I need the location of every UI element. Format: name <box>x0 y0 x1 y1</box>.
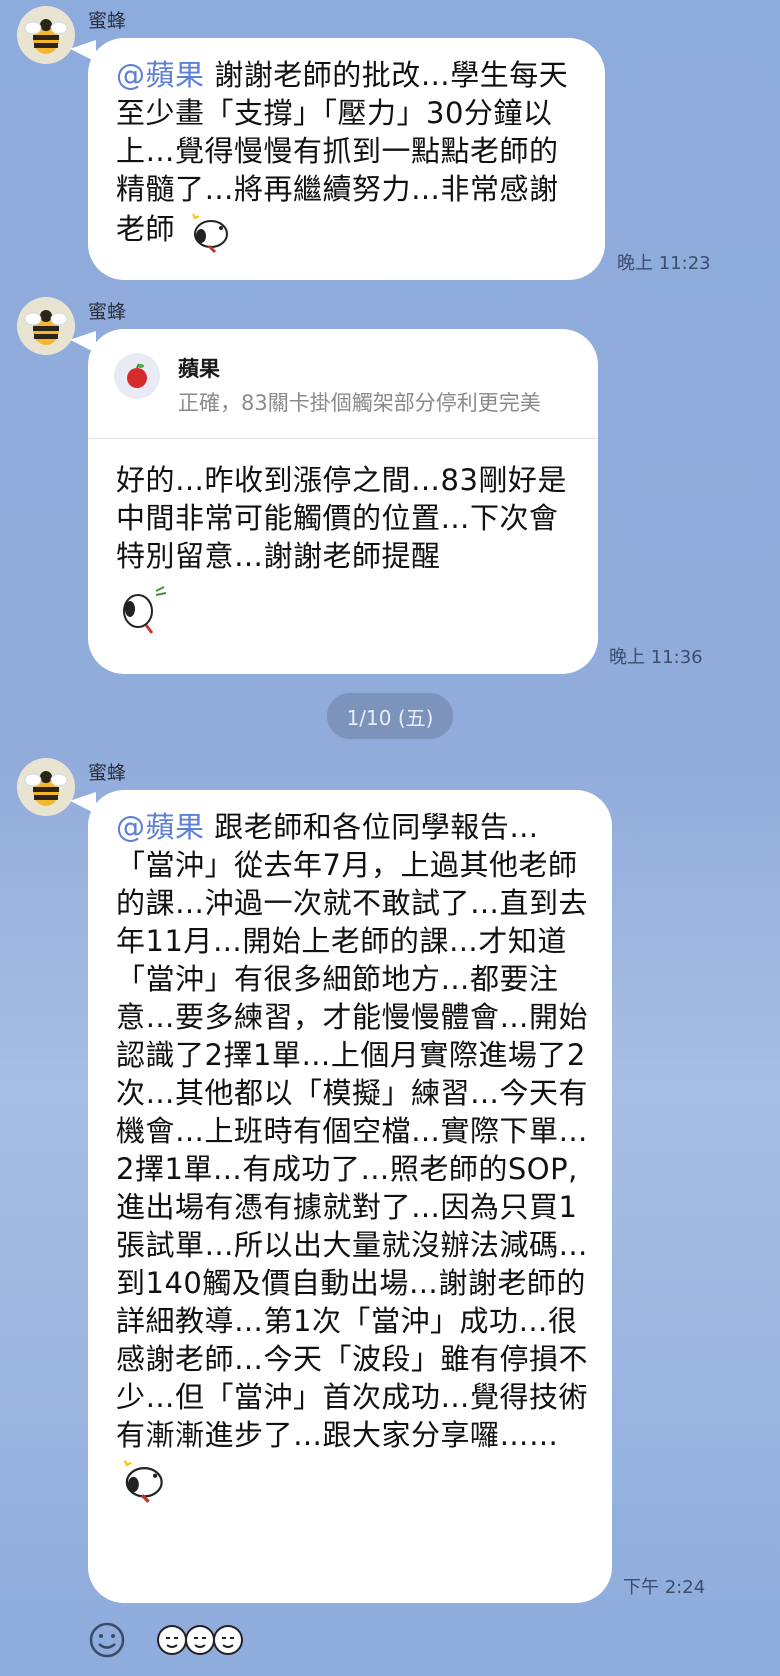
sender-name: 蜜蜂 <box>88 10 127 32</box>
snoopy-sticker-icon <box>123 586 167 634</box>
reply-quote: 正確，83關卡掛個觸架部分停利更完美 <box>178 391 541 415</box>
message-text: @蘋果 跟老師和各位同學報告…「當沖」從去年7月，上過其他老師的課…沖過一次就不… <box>116 808 588 1504</box>
date-separator: 1/10 (五) <box>327 693 453 739</box>
message-text: @蘋果 謝謝老師的批改…學生每天至少畫「支撐」「壓力」30分鐘以上…覺得慢慢有抓… <box>116 56 579 254</box>
message-time: 下午 2:24 <box>623 1577 706 1598</box>
reply-preview[interactable]: 蘋果 正確，83關卡掛個觸架部分停利更完美 <box>88 329 598 439</box>
sender-avatar[interactable] <box>17 297 75 355</box>
sender-avatar[interactable] <box>17 6 75 64</box>
message-bubble[interactable]: @蘋果 謝謝老師的批改…學生每天至少畫「支撐」「壓力」30分鐘以上…覺得慢慢有抓… <box>88 38 605 280</box>
message-bubble[interactable]: @蘋果 跟老師和各位同學報告…「當沖」從去年7月，上過其他老師的課…沖過一次就不… <box>88 790 612 1603</box>
smiley-icon[interactable] <box>88 1621 126 1659</box>
reply-name: 蘋果 <box>178 357 220 381</box>
message-time: 晚上 11:36 <box>609 647 703 668</box>
chat-background: 蜜蜂 @蘋果 謝謝老師的批改…學生每天至少畫「支撐」「壓力」30分鐘以上…覺得慢… <box>0 0 780 1676</box>
sender-name: 蜜蜂 <box>88 762 127 784</box>
snoopy-sticker-icon <box>123 1460 163 1503</box>
apple-icon <box>127 363 147 388</box>
mention-link[interactable]: @蘋果 <box>116 58 205 92</box>
message-body: 跟老師和各位同學報告…「當沖」從去年7月，上過其他老師的課…沖過一次就不敢試了…… <box>116 810 589 1452</box>
message-text: 好的…昨收到漲停之間…83剛好是中間非常可能觸價的位置…下次會特別留意…謝謝老師… <box>116 463 567 573</box>
sticker-faces-icon[interactable] <box>150 1620 250 1660</box>
sender-avatar[interactable] <box>17 758 75 816</box>
mention-link[interactable]: @蘋果 <box>116 810 205 844</box>
sender-name: 蜜蜂 <box>88 301 127 323</box>
bee-avatar-icon <box>24 19 68 54</box>
message-bubble[interactable]: 蘋果 正確，83關卡掛個觸架部分停利更完美 好的…昨收到漲停之間…83剛好是中間… <box>88 329 598 674</box>
snoopy-sticker-icon <box>191 213 228 254</box>
message-time: 晚上 11:23 <box>617 253 711 274</box>
bee-avatar-icon <box>24 771 68 806</box>
reply-avatar <box>114 353 160 399</box>
reaction-bar <box>88 1620 250 1660</box>
bee-avatar-icon <box>24 310 68 345</box>
